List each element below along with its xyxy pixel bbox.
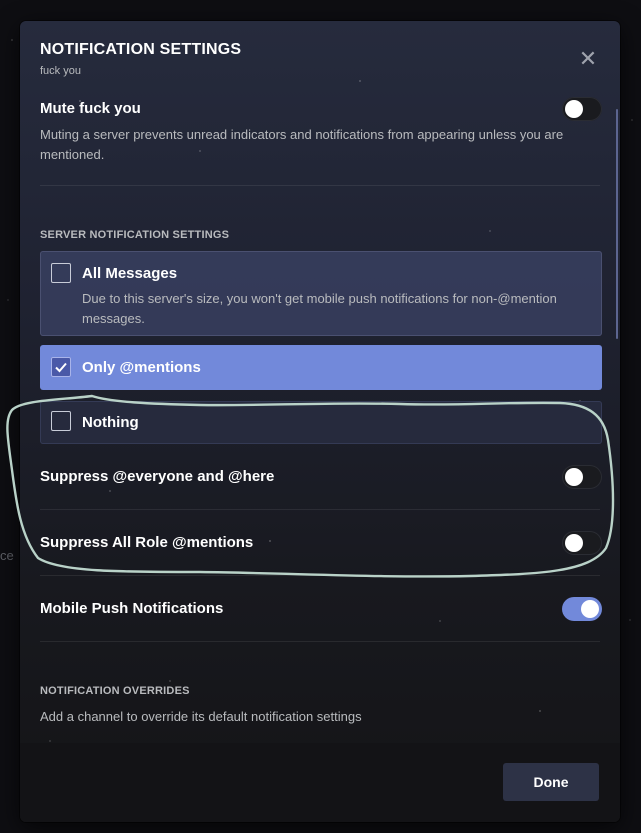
notification-overrides-heading: NOTIFICATION OVERRIDES (40, 685, 190, 697)
suppress-role-mentions-toggle[interactable] (562, 531, 602, 555)
overrides-description: Add a channel to override its default no… (40, 709, 362, 724)
modal-title: NOTIFICATION SETTINGS (40, 41, 242, 58)
modal-header: NOTIFICATION SETTINGS fuck you (40, 41, 241, 77)
divider (40, 185, 600, 186)
scrollbar[interactable] (616, 109, 618, 339)
checkbox (51, 411, 71, 431)
modal-footer: Done (20, 743, 620, 822)
option-description: Due to this server's size, you won't get… (82, 291, 557, 326)
mute-server-label: Mute fuck you (40, 100, 141, 117)
option-all-messages[interactable]: All Messages Due to this server's size, … (40, 251, 602, 336)
done-button[interactable]: Done (503, 763, 599, 801)
mute-description: Muting a server prevents unread indicato… (40, 127, 564, 162)
option-only-mentions[interactable]: Only @mentions (40, 345, 602, 390)
checkbox-checked (51, 357, 71, 377)
option-label: All Messages (82, 265, 178, 282)
option-nothing[interactable]: Nothing (40, 401, 602, 444)
notification-settings-modal: NOTIFICATION SETTINGS fuck you ✕ Mute fu… (20, 21, 620, 822)
mobile-push-toggle[interactable] (562, 597, 602, 621)
toggle-knob (565, 100, 583, 118)
divider (40, 509, 600, 510)
checkmark-icon (55, 362, 67, 373)
close-icon[interactable]: ✕ (578, 48, 598, 70)
toggle-knob (565, 534, 583, 552)
checkbox (51, 263, 71, 283)
option-label: Only @mentions (82, 359, 201, 376)
option-label: Nothing (82, 414, 139, 431)
mute-server-toggle[interactable] (562, 97, 602, 121)
divider (40, 575, 600, 576)
divider (40, 641, 600, 642)
toggle-knob (581, 600, 599, 618)
toggle-knob (565, 468, 583, 486)
suppress-role-mentions-label: Suppress All Role @mentions (40, 534, 254, 551)
background-text-fragment: ce (0, 548, 14, 563)
suppress-everyone-toggle[interactable] (562, 465, 602, 489)
server-notification-settings-heading: SERVER NOTIFICATION SETTINGS (40, 229, 230, 241)
mobile-push-label: Mobile Push Notifications (40, 600, 224, 617)
server-name: fuck you (40, 65, 81, 77)
suppress-everyone-label: Suppress @everyone and @here (40, 468, 275, 485)
